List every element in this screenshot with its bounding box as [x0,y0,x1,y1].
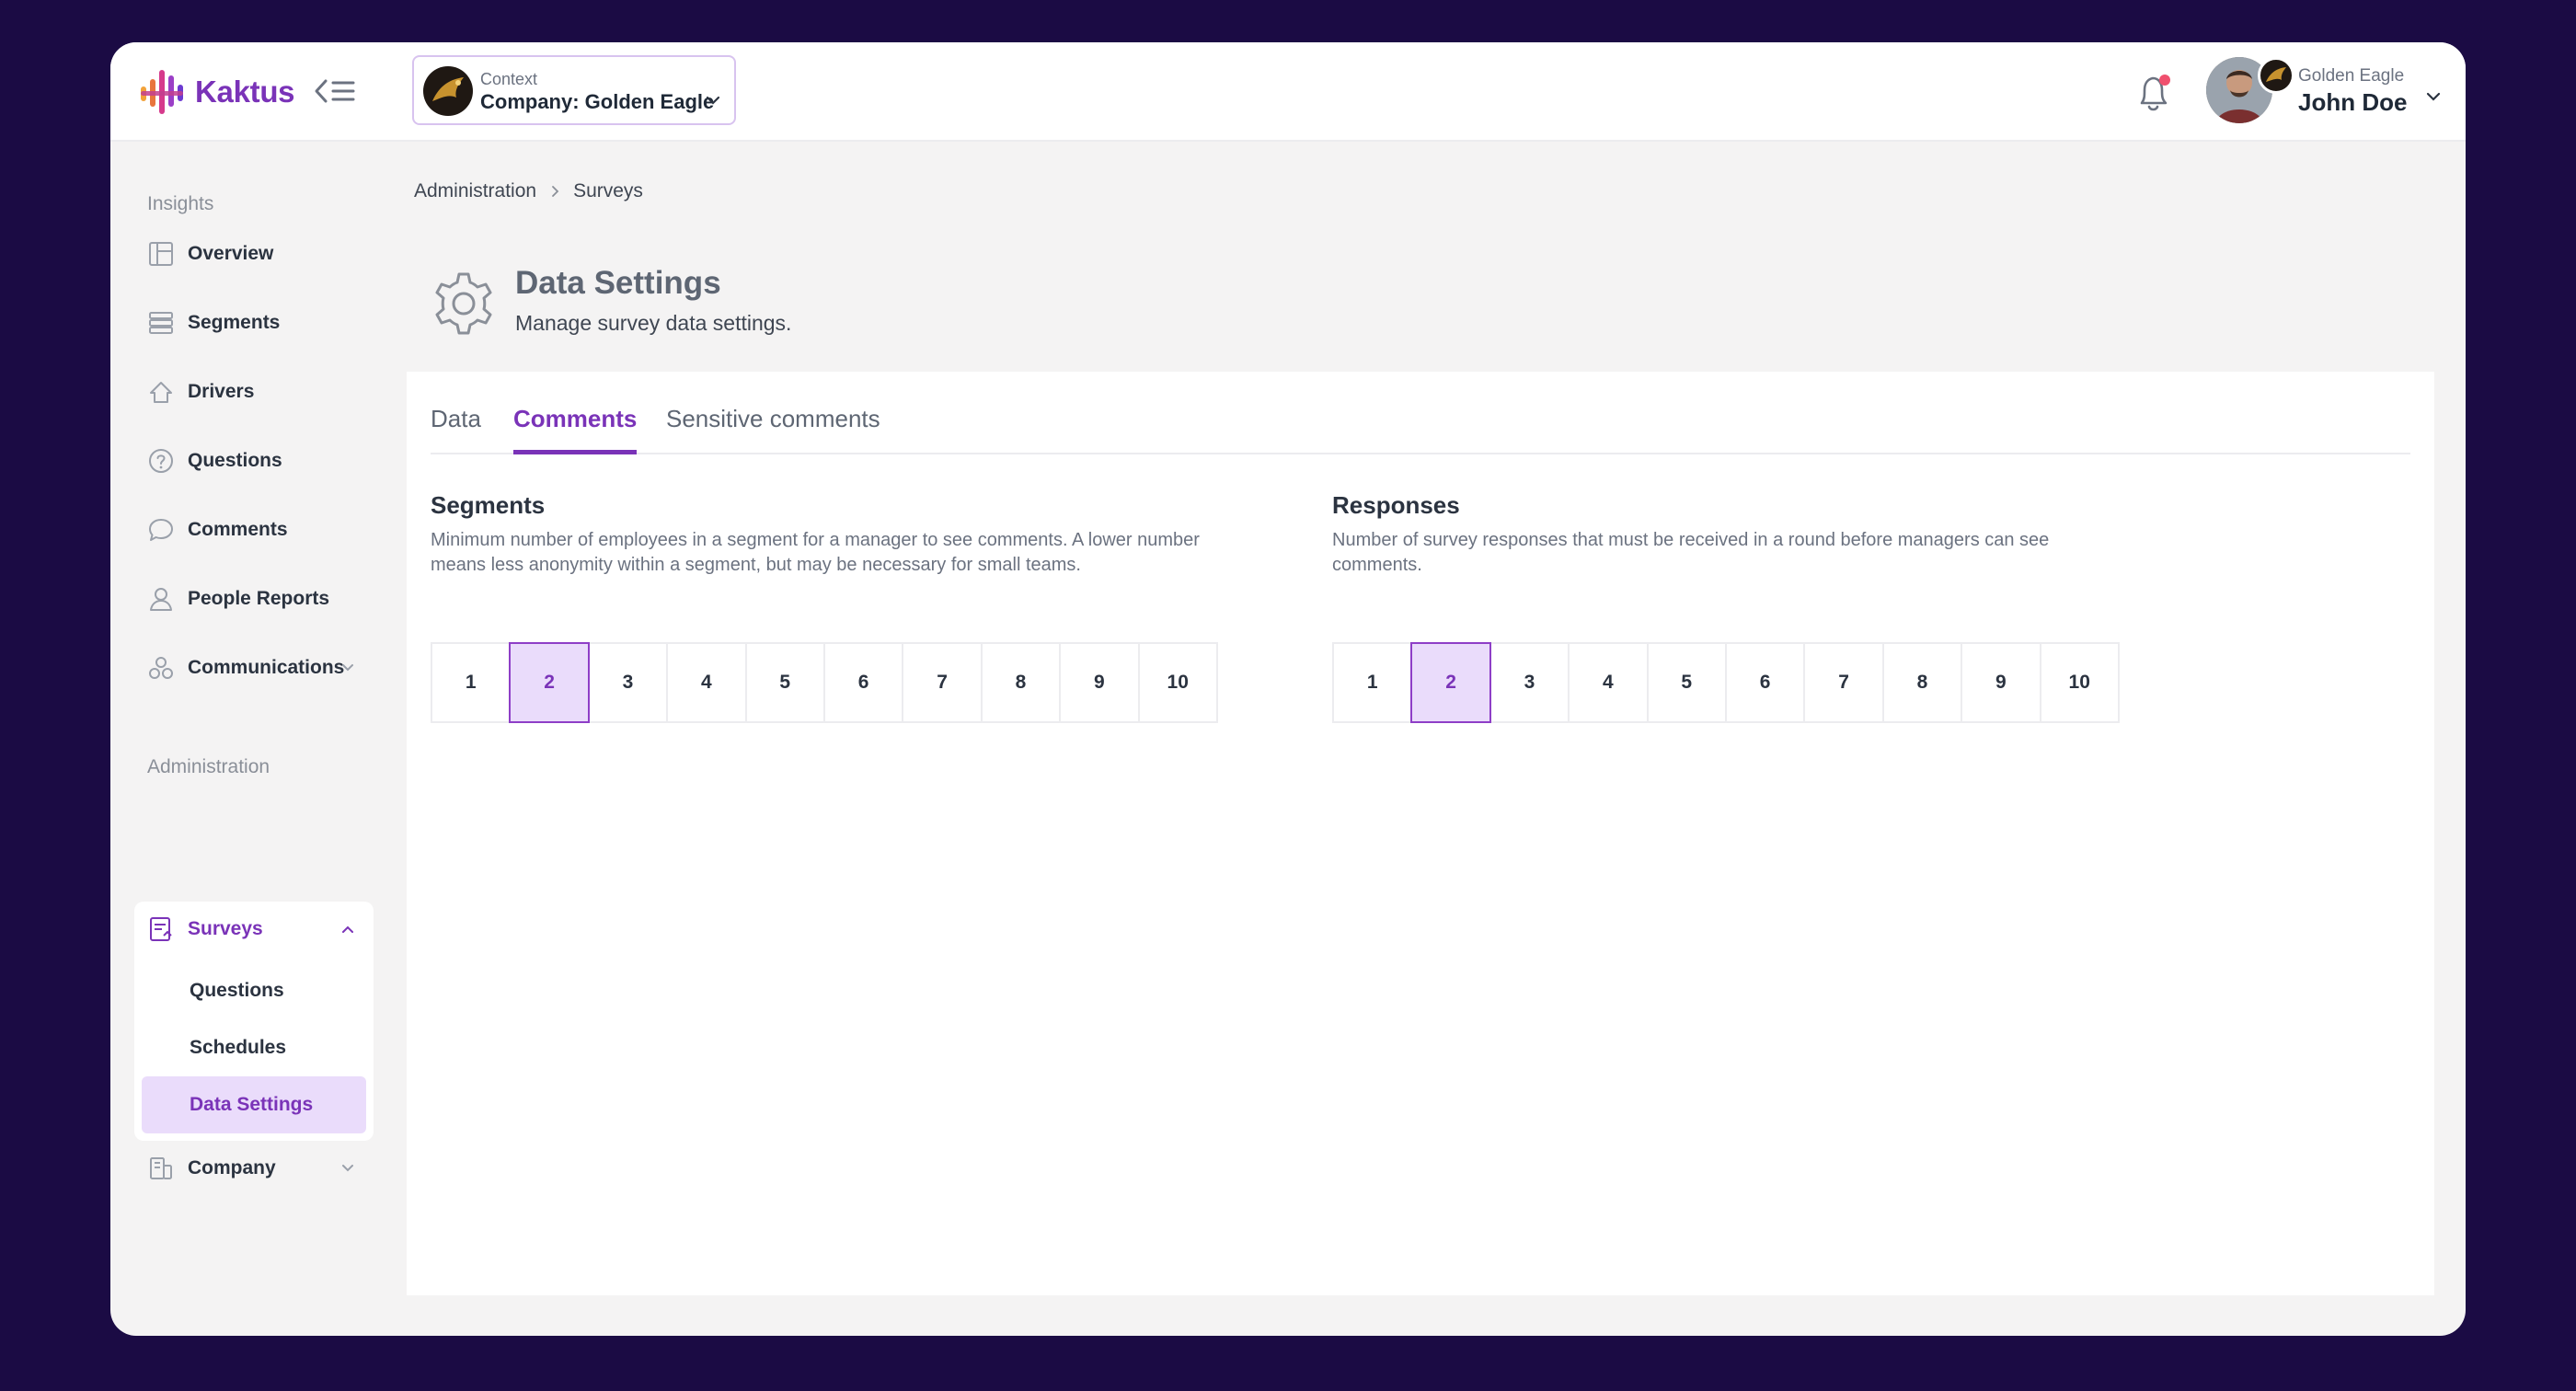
sidebar-subitem-questions[interactable]: Questions [142,962,366,1019]
context-label: Context [480,70,538,88]
page-subtitle: Manage survey data settings. [515,311,792,335]
sidebar-item-people-reports[interactable]: People Reports [147,581,329,617]
chevron-up-icon [342,925,353,933]
breadcrumb-administration[interactable]: Administration [414,180,536,202]
sidebar-subitem-schedules[interactable]: Schedules [142,1019,366,1076]
sidebar-item-segments[interactable]: Segments [147,305,280,341]
comment-icon [149,519,173,541]
sidebar-item-communications[interactable]: Communications [147,650,353,686]
segments-option[interactable]: 7 [902,642,983,723]
responses-option[interactable]: 1 [1332,642,1413,723]
chevron-down-icon [342,664,353,672]
user-menu[interactable]: Golden Eagle John Doe [2206,57,2445,127]
sidebar-item-label: Overview [188,243,274,264]
segments-option[interactable]: 9 [1059,642,1140,723]
sidebar-item-surveys[interactable]: Surveys [147,911,353,948]
tab-bar: Data Comments Sensitive comments [431,372,2410,454]
segments-option[interactable]: 4 [666,642,747,723]
company-logo [423,66,473,116]
segments-option[interactable]: 3 [587,642,669,723]
survey-icon [150,917,172,941]
surveys-group: Surveys Questions Schedules Data Setting… [134,902,374,1141]
sidebar-item-label: Questions [188,450,282,471]
segments-option[interactable]: 1 [431,642,512,723]
sidebar: Insights Overview Segments Drivers Quest… [110,142,386,1336]
segments-option[interactable]: 6 [822,642,904,723]
page-title: Data Settings [515,265,721,301]
breadcrumb: Administration Surveys [414,180,643,202]
chevron-right-icon [552,186,559,197]
tab-sensitive-comments[interactable]: Sensitive comments [666,405,880,454]
sidebar-item-drivers[interactable]: Drivers [147,374,254,410]
page-header: Data Settings Manage survey data setting… [407,239,2434,372]
company-badge [2258,57,2294,94]
segments-icon [149,312,173,334]
responses-option[interactable]: 10 [2039,642,2120,723]
logo[interactable]: Kaktus [134,64,295,120]
responses-option[interactable]: 5 [1646,642,1727,723]
unread-dot [2159,75,2170,86]
question-icon [149,449,173,473]
sidebar-item-label: Segments [188,312,281,333]
responses-option[interactable]: 9 [1961,642,2041,723]
sidebar-item-comments[interactable]: Comments [147,512,288,548]
responses-description: Number of survey responses that must be … [1332,530,2050,575]
tab-comments[interactable]: Comments [513,405,638,454]
breadcrumb-surveys[interactable]: Surveys [573,180,643,202]
chevron-down-icon [706,96,720,105]
app-name: Kaktus [195,75,295,109]
responses-option-selected[interactable]: 2 [1410,642,1491,723]
responses-option[interactable]: 4 [1568,642,1649,723]
sidebar-item-label: Communications [188,657,345,678]
sidebar-item-company[interactable]: Company [147,1150,353,1187]
app-window: Kaktus Context Company: Golden Eagle Gol… [110,42,2466,1336]
sidebar-item-overview[interactable]: Overview [147,236,273,272]
user-name: John Doe [2298,88,2408,116]
gear-icon [435,272,492,335]
notification-bell-icon[interactable] [2133,70,2175,116]
section-title-insights: Insights [147,193,214,214]
user-company: Golden Eagle [2298,66,2405,86]
segments-threshold-picker: 1 2 3 4 5 6 7 8 9 10 [431,642,1235,723]
context-value: Company: Golden Eagle [480,90,715,113]
sidebar-item-label: Surveys [188,918,263,939]
sidebar-item-label: Comments [188,519,288,540]
sidebar-item-label: People Reports [188,588,330,609]
person-icon [150,588,172,611]
company-icon [150,1157,172,1179]
responses-threshold-picker: 1 2 3 4 5 6 7 8 9 10 [1332,642,2136,723]
drivers-icon [150,382,172,403]
sidebar-item-label: Company [188,1157,276,1178]
sidebar-item-label: Drivers [188,381,255,402]
segments-description: Minimum number of employees in a segment… [431,530,1200,575]
segments-option[interactable]: 5 [744,642,825,723]
responses-title: Responses [1332,491,1460,519]
segments-title: Segments [431,491,546,519]
tab-data[interactable]: Data [431,405,481,454]
responses-option[interactable]: 7 [1803,642,1884,723]
chevron-down-icon [2426,92,2441,101]
top-header: Kaktus Context Company: Golden Eagle Gol… [110,42,2466,142]
overview-icon [149,242,173,266]
kaktus-logo-icon [141,70,183,114]
section-title-administration: Administration [147,756,270,777]
segments-option-selected[interactable]: 2 [509,642,590,723]
segments-option[interactable]: 8 [980,642,1062,723]
responses-option[interactable]: 6 [1724,642,1806,723]
sidebar-subitem-data-settings[interactable]: Data Settings [142,1076,366,1133]
context-switcher[interactable]: Context Company: Golden Eagle [412,55,736,125]
segments-option[interactable]: 10 [1137,642,1218,723]
responses-option[interactable]: 3 [1489,642,1570,723]
sidebar-item-questions[interactable]: Questions [147,443,282,479]
settings-panel: Data Comments Sensitive comments Segment… [407,372,2434,1295]
chevron-down-icon [342,1165,353,1172]
collapse-sidebar-icon[interactable] [313,75,357,107]
responses-option[interactable]: 8 [1881,642,1963,723]
communications-icon [149,657,173,679]
